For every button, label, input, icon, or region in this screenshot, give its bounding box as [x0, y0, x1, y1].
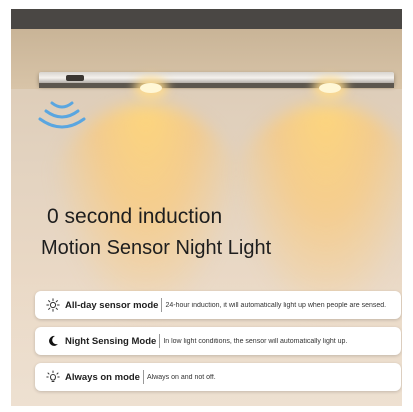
mode-name: Always on mode [65, 371, 140, 383]
mode-night-sensing: Night Sensing Mode In low light conditio… [35, 327, 401, 355]
light-icon [45, 369, 61, 385]
led-right [319, 83, 341, 93]
sensor-wave-icon [38, 101, 86, 129]
mode-always-on: Always on mode Always on and not off. [35, 363, 401, 391]
divider [142, 370, 144, 384]
divider [161, 298, 163, 312]
mode-name: All-day sensor mode [65, 299, 159, 311]
headline-line1: 0 second induction [47, 205, 223, 228]
divider [159, 334, 161, 348]
moon-icon [45, 333, 61, 349]
mode-description: In low light conditions, the sensor will… [163, 337, 348, 345]
mode-name: Night Sensing Mode [65, 335, 157, 347]
mode-description: 24-hour induction, it will automatically… [165, 301, 387, 309]
mode-all-day: All-day sensor mode 24-hour induction, i… [35, 291, 401, 319]
product-photo: 0 second induction Motion Sensor Night L… [11, 9, 402, 406]
headline-line2: Motion Sensor Night Light [41, 237, 272, 259]
led-left [140, 83, 162, 93]
ceiling [11, 9, 402, 29]
motion-sensor [66, 75, 84, 81]
mode-description: Always on and not off. [146, 373, 216, 381]
sun-icon [45, 297, 61, 313]
